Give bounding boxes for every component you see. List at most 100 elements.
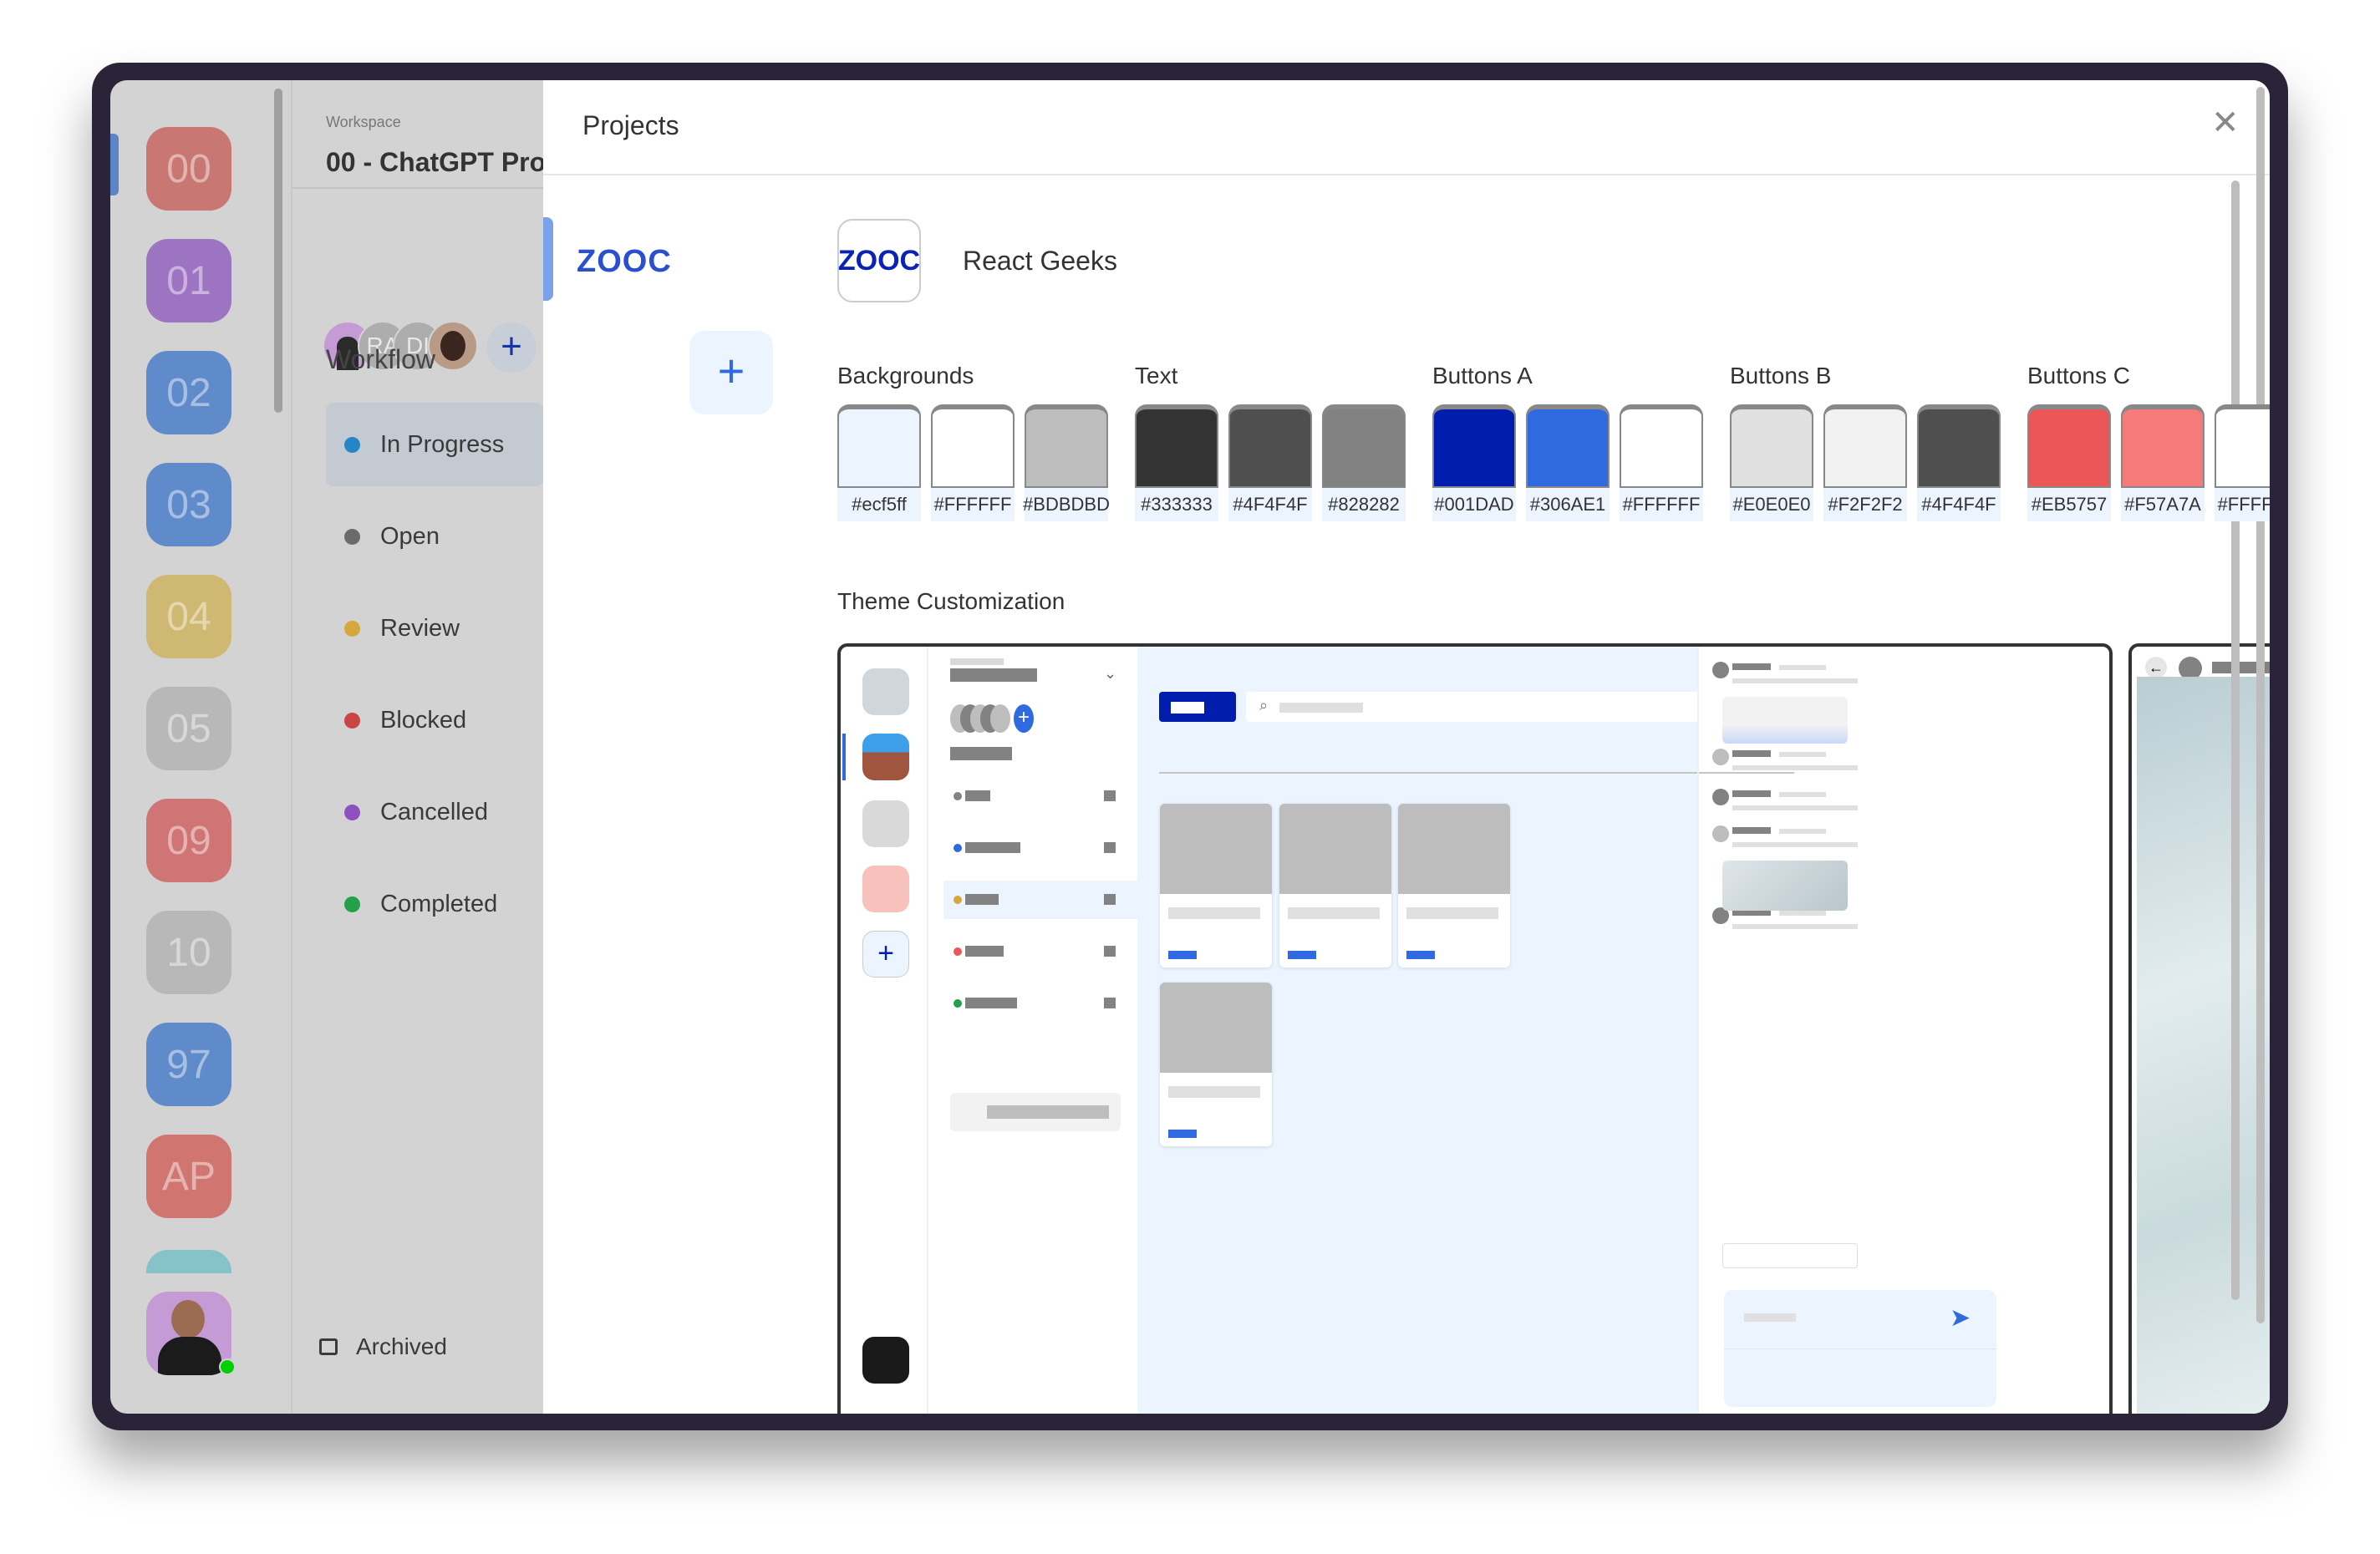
preview-add-status bbox=[950, 1093, 1121, 1131]
workspace-item[interactable]: 02 bbox=[146, 351, 231, 434]
divider bbox=[291, 80, 292, 1414]
workflow-label: Review bbox=[380, 614, 460, 642]
archive-icon bbox=[319, 1338, 338, 1355]
preview-image bbox=[2137, 677, 2270, 1414]
preview-chat-message bbox=[1712, 907, 1988, 957]
workflow-label: Cancelled bbox=[380, 798, 488, 825]
color-swatch[interactable] bbox=[1917, 404, 2001, 488]
workflow-label: In Progress bbox=[380, 430, 505, 458]
workflow-title: Workflow bbox=[326, 344, 435, 374]
workflow-item[interactable]: Blocked bbox=[326, 678, 543, 762]
theme-preview-desktop: + ⌄ + ⌕ ➤ bbox=[837, 643, 2113, 1414]
modal-title: Projects bbox=[582, 110, 679, 140]
archived-link[interactable]: Archived bbox=[319, 1333, 447, 1360]
color-hex-label: #4F4F4F bbox=[1228, 488, 1312, 521]
workspace-item-partial[interactable] bbox=[146, 1250, 231, 1273]
archived-label: Archived bbox=[356, 1333, 447, 1359]
preview-search-bar: ⌕ bbox=[1246, 692, 1722, 722]
color-swatch[interactable] bbox=[1228, 404, 1312, 488]
workspace-item[interactable]: 03 bbox=[146, 463, 231, 546]
project-name: React Geeks bbox=[963, 246, 1117, 276]
preview-avatars: + bbox=[950, 698, 1034, 739]
page-scrollbar[interactable] bbox=[2256, 87, 2265, 1323]
workspace-item[interactable]: 00 bbox=[146, 127, 231, 211]
member-avatar[interactable] bbox=[428, 321, 478, 371]
palette-group-label: Buttons A bbox=[1432, 363, 1533, 388]
workflow-item[interactable]: Cancelled bbox=[326, 770, 543, 854]
preview-workspace-thumb bbox=[862, 866, 909, 912]
online-status-dot bbox=[219, 1358, 236, 1375]
color-hex-label: #E0E0E0 bbox=[1730, 488, 1813, 521]
color-swatch[interactable] bbox=[2027, 404, 2111, 488]
color-hex-label: #F2F2F2 bbox=[1823, 488, 1907, 521]
color-swatch[interactable] bbox=[1620, 404, 1703, 488]
workflow-label: Open bbox=[380, 522, 440, 550]
project-list-item-zooc[interactable]: ZOOC bbox=[577, 244, 672, 280]
preview-card bbox=[1160, 983, 1272, 1146]
color-swatch[interactable] bbox=[2121, 404, 2205, 488]
preview-active-indicator bbox=[842, 734, 846, 780]
color-swatch[interactable] bbox=[837, 404, 921, 488]
workspace-item[interactable]: 05 bbox=[146, 687, 231, 770]
add-project-button[interactable]: + bbox=[689, 331, 773, 414]
workflow-item[interactable]: Open bbox=[326, 495, 543, 578]
color-swatch[interactable] bbox=[1432, 404, 1516, 488]
workflow-item[interactable]: Review bbox=[326, 587, 543, 670]
color-hex-label: #828282 bbox=[1322, 488, 1406, 521]
color-swatch[interactable] bbox=[2215, 404, 2270, 488]
status-dot bbox=[344, 620, 360, 637]
preview-list-item bbox=[943, 777, 1137, 815]
workspace-item[interactable]: 01 bbox=[146, 239, 231, 322]
workspace-item[interactable]: 04 bbox=[146, 575, 231, 658]
preview-add-icon: + bbox=[862, 931, 909, 978]
workflow-item[interactable]: In Progress bbox=[326, 403, 543, 486]
workspace-item[interactable]: 97 bbox=[146, 1023, 231, 1106]
preview-list-item bbox=[943, 829, 1137, 867]
preview-list-item bbox=[943, 932, 1137, 971]
preview-list-item bbox=[943, 984, 1137, 1023]
color-hex-label: #FFFFFF bbox=[1620, 488, 1703, 521]
preview-user-avatar bbox=[862, 1337, 909, 1384]
palette-group-label: Buttons B bbox=[1730, 363, 1832, 388]
app-screen: Workspace 00 - ChatGPT Projects RA DI + … bbox=[110, 80, 2270, 1414]
modal-scrollbar[interactable] bbox=[2231, 180, 2240, 1300]
project-logo[interactable]: ZOOC bbox=[837, 219, 921, 302]
color-hex-label: #FFFFFF bbox=[2215, 488, 2270, 521]
color-swatch[interactable] bbox=[1823, 404, 1907, 488]
selected-project-indicator bbox=[543, 217, 553, 301]
color-hex-label: #4F4F4F bbox=[1917, 488, 2001, 521]
theme-customization-title: Theme Customization bbox=[837, 588, 1065, 614]
workspace-item[interactable]: 09 bbox=[146, 799, 231, 882]
color-hex-label: #F57A7A bbox=[2121, 488, 2205, 521]
close-icon[interactable]: ✕ bbox=[2211, 104, 2240, 142]
workflow-item[interactable]: Completed bbox=[326, 862, 543, 946]
color-hex-label: #001DAD bbox=[1432, 488, 1516, 521]
status-dot bbox=[344, 896, 360, 912]
palette-group-label: Backgrounds bbox=[837, 363, 974, 388]
preview-chevron-down-icon: ⌄ bbox=[1104, 665, 1117, 682]
workspace-item[interactable]: AP bbox=[146, 1135, 231, 1218]
preview-rail: + bbox=[841, 647, 928, 1414]
preview-workspace-thumb bbox=[862, 668, 909, 715]
preview-list-panel: ⌄ + bbox=[928, 647, 1137, 1414]
preview-send-icon: ➤ bbox=[1950, 1304, 1971, 1332]
add-member-button[interactable]: + bbox=[486, 322, 537, 373]
color-swatch[interactable] bbox=[931, 404, 1015, 488]
preview-card bbox=[1160, 804, 1272, 967]
color-swatch[interactable] bbox=[1135, 404, 1218, 488]
workspace-caption: Workspace bbox=[326, 114, 401, 130]
color-swatch[interactable] bbox=[1526, 404, 1610, 488]
rail-scrollbar[interactable] bbox=[274, 89, 282, 413]
status-dot bbox=[344, 528, 360, 545]
color-hex-label: #BDBDBD bbox=[1023, 488, 1110, 521]
color-hex-label: #333333 bbox=[1135, 488, 1218, 521]
color-hex-label: #306AE1 bbox=[1526, 488, 1610, 521]
color-swatch[interactable] bbox=[1025, 404, 1108, 488]
status-dot bbox=[344, 712, 360, 729]
workflow-label: Completed bbox=[380, 890, 498, 917]
workspace-item[interactable]: 10 bbox=[146, 911, 231, 994]
divider bbox=[292, 187, 543, 189]
color-swatch[interactable] bbox=[1322, 404, 1406, 488]
color-swatch[interactable] bbox=[1730, 404, 1813, 488]
user-avatar[interactable] bbox=[146, 1292, 231, 1375]
